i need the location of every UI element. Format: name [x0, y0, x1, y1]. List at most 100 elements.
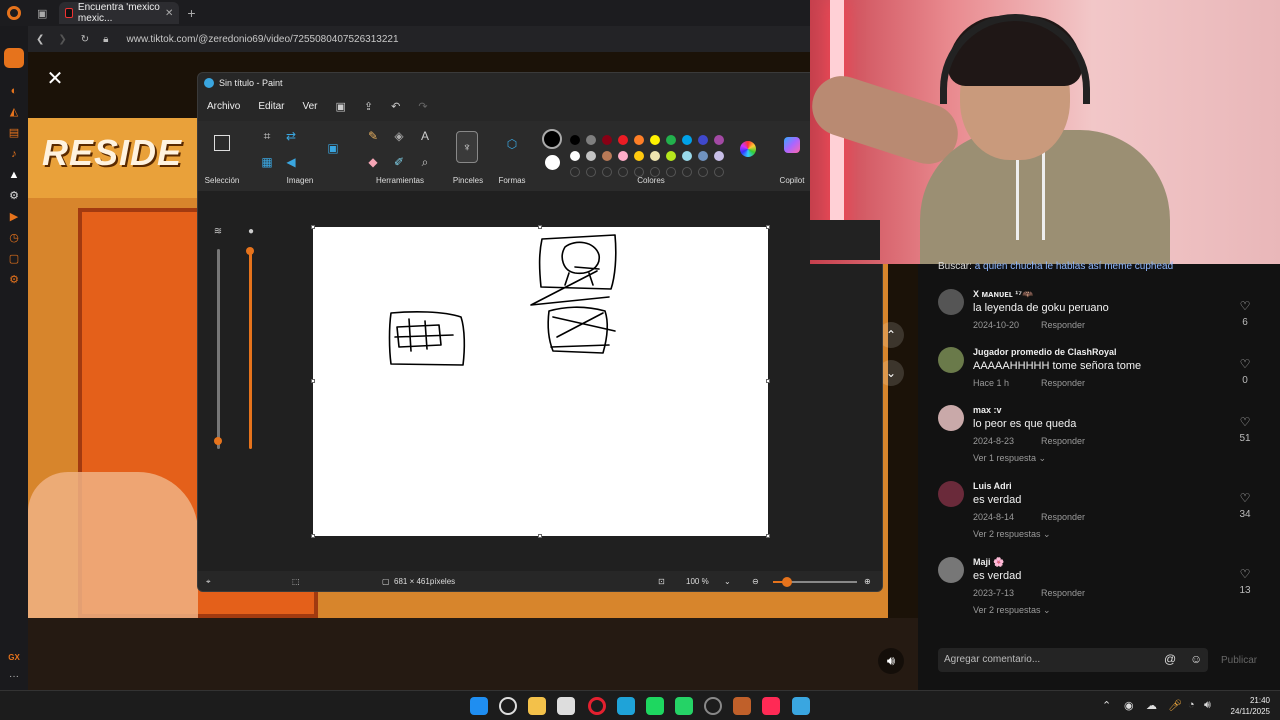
crop-icon[interactable]: ⌗	[260, 129, 274, 143]
reply-button[interactable]: Responder	[1041, 378, 1085, 388]
canvas-handle[interactable]	[766, 379, 770, 383]
palette-color[interactable]	[714, 135, 724, 145]
tray-volume-icon[interactable]: 🔊︎	[1204, 699, 1211, 712]
palette-color[interactable]	[618, 135, 628, 145]
save-icon[interactable]: ▣	[336, 100, 346, 113]
like-heart-icon[interactable]: ♡	[1238, 415, 1252, 429]
zoom-in-icon[interactable]: ⊕	[864, 577, 871, 586]
back-icon[interactable]: ❮	[36, 34, 44, 45]
taskbar-clock[interactable]: 21:40 24/11/2025	[1226, 695, 1270, 717]
palette-color[interactable]	[682, 135, 692, 145]
magnifier-icon[interactable]: ⌕	[418, 155, 432, 169]
avatar[interactable]	[938, 481, 964, 507]
palette-color[interactable]	[650, 151, 660, 161]
menu-archivo[interactable]: Archivo	[207, 101, 240, 112]
edit-colors-icon[interactable]	[740, 141, 756, 157]
publish-button[interactable]: Publicar	[1221, 655, 1257, 666]
canvas-handle[interactable]	[311, 379, 315, 383]
taskbar-opera-icon[interactable]	[588, 697, 606, 715]
canvas-handle[interactable]	[766, 534, 770, 538]
reply-button[interactable]: Responder	[1041, 320, 1085, 330]
color-picker-icon[interactable]: ✐	[392, 155, 406, 169]
canvas-handle[interactable]	[766, 225, 770, 229]
palette-color[interactable]	[570, 151, 580, 161]
sidebar-box-icon[interactable]: ▢	[8, 253, 20, 265]
selection-icon[interactable]	[214, 135, 230, 151]
zoom-slider-thumb[interactable]	[782, 577, 792, 587]
shapes-icon[interactable]: ⬡	[505, 137, 519, 151]
taskbar-spotify-icon[interactable]	[646, 697, 664, 715]
palette-color[interactable]	[586, 135, 596, 145]
tray-wifi-icon[interactable]: ◔	[1188, 699, 1195, 711]
redo-icon[interactable]: ↷	[418, 100, 427, 113]
reload-icon[interactable]: ↻	[81, 34, 89, 45]
primary-color-swatch[interactable]	[542, 129, 562, 149]
tray-app-icon[interactable]: ◉	[1124, 699, 1134, 712]
comment-username[interactable]: Maji 🌸	[973, 557, 1004, 568]
like-heart-icon[interactable]: ♡	[1238, 299, 1252, 313]
fit-to-window-icon[interactable]: ⊡	[658, 577, 665, 586]
share-icon[interactable]: ⇪	[364, 100, 373, 113]
comment-username[interactable]: X ᴍᴀɴᴜᴇʟ ¹⁷🦇	[973, 289, 1033, 300]
sidebar-ai-icon[interactable]: ▲	[8, 169, 20, 181]
opera-logo-icon[interactable]	[7, 6, 21, 20]
undo-icon[interactable]: ↶	[391, 100, 400, 113]
palette-color[interactable]	[634, 135, 644, 145]
sidebar-settings-icon[interactable]: ⚙	[8, 190, 20, 202]
resize-icon[interactable]: ⇄	[284, 129, 298, 143]
sidebar-gear-icon[interactable]: ⚙	[8, 274, 20, 286]
image-tools-icon[interactable]: ▣	[326, 141, 340, 155]
palette-color[interactable]	[698, 151, 708, 161]
sidebar-player-icon[interactable]: ▶	[8, 211, 20, 223]
sidebar-twitch-icon[interactable]: ▤	[8, 127, 20, 139]
forward-icon[interactable]: ❯	[58, 34, 66, 45]
palette-color[interactable]	[634, 151, 644, 161]
more-icon[interactable]: ···	[9, 671, 19, 682]
avatar[interactable]	[938, 405, 964, 431]
taskbar-game-icon[interactable]	[733, 697, 751, 715]
tray-cloud-icon[interactable]: ☁	[1146, 699, 1157, 712]
palette-color[interactable]	[650, 135, 660, 145]
fill-icon[interactable]: ◈	[392, 129, 406, 143]
palette-color[interactable]	[698, 135, 708, 145]
emoji-icon[interactable]: ☺	[1190, 652, 1202, 666]
sidebar-music-icon[interactable]: ♪	[8, 148, 20, 160]
mention-icon[interactable]: @	[1164, 652, 1176, 666]
eraser-icon[interactable]: ◆	[366, 155, 380, 169]
like-heart-icon[interactable]: ♡	[1238, 491, 1252, 505]
gx-label[interactable]: GX	[8, 653, 20, 662]
view-replies-link[interactable]: Ver 2 respuestas ⌄	[973, 529, 1051, 540]
palette-color[interactable]	[602, 151, 612, 161]
comment-username[interactable]: Jugador promedio de ClashRoyal	[973, 347, 1117, 357]
brush-size-thumb[interactable]	[214, 437, 222, 445]
secondary-color-swatch[interactable]	[545, 155, 560, 170]
tab-manager-icon[interactable]: ▣	[37, 7, 47, 20]
palette-color[interactable]	[666, 135, 676, 145]
zoom-dropdown-icon[interactable]: ⌄	[724, 577, 731, 586]
close-video-button[interactable]: ✕	[44, 68, 66, 90]
palette-color[interactable]	[666, 151, 676, 161]
rotate-icon[interactable]: ◀	[284, 155, 298, 169]
search-suggestion[interactable]: Buscar: a quien chucha le hablas así mem…	[938, 261, 1173, 272]
home-icon[interactable]	[4, 48, 24, 68]
menu-editar[interactable]: Editar	[258, 101, 284, 112]
like-heart-icon[interactable]: ♡	[1238, 357, 1252, 371]
select-all-icon[interactable]: ▦	[260, 155, 274, 169]
view-replies-link[interactable]: Ver 2 respuestas ⌄	[973, 605, 1051, 616]
taskbar-settings-icon[interactable]	[704, 697, 722, 715]
browser-tab-active[interactable]: Encuentra 'mexico mexic... ✕	[59, 2, 180, 24]
taskbar-tiktok-icon[interactable]	[762, 697, 780, 715]
like-heart-icon[interactable]: ♡	[1238, 567, 1252, 581]
reply-button[interactable]: Responder	[1041, 436, 1085, 446]
search-query-link[interactable]: a quien chucha le hablas así meme cuphea…	[975, 261, 1173, 272]
zoom-out-icon[interactable]: ⊖	[752, 577, 759, 586]
avatar[interactable]	[938, 347, 964, 373]
sidebar-history-icon[interactable]: ◷	[8, 232, 20, 244]
reply-button[interactable]: Responder	[1041, 512, 1085, 522]
view-replies-link[interactable]: Ver 1 respuesta ⌄	[973, 453, 1046, 464]
brush-size-slider[interactable]	[217, 249, 220, 449]
tray-chevron-icon[interactable]: ⌃	[1102, 699, 1111, 712]
text-icon[interactable]: A	[418, 129, 432, 143]
palette-color[interactable]	[618, 151, 628, 161]
canvas-handle[interactable]	[311, 225, 315, 229]
